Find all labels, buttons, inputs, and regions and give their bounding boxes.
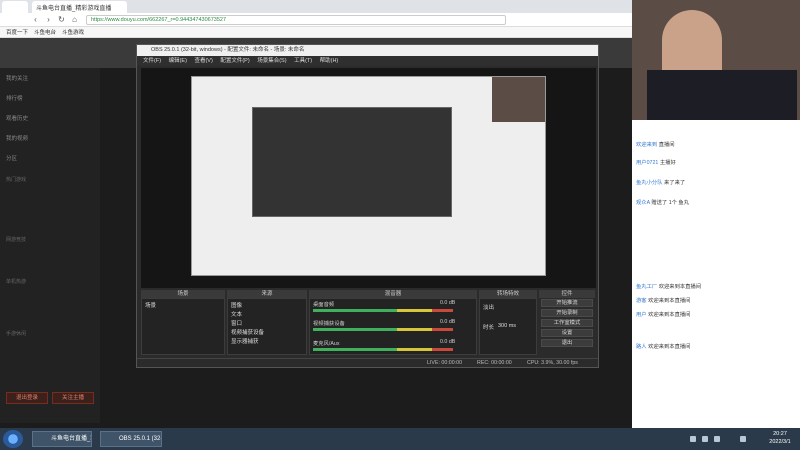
chat-panel: 欢迎来到 直播间 用户0721 主播好 鱼丸小分队 来了来了 观众A 赠送了 1… [632,120,800,428]
menu-tools[interactable]: 工具(T) [294,58,312,64]
chat-message: 观众A 赠送了 1个 鱼丸 [636,200,689,206]
exit-button[interactable]: 退出 [541,339,593,347]
settings-button[interactable]: 设置 [541,329,593,337]
sidebar-item[interactable]: 排行榜 [6,94,23,102]
bookmark-item[interactable]: 百度一下 [6,28,28,36]
menu-file[interactable]: 文件(F) [143,58,161,64]
scenes-title: 场景 [141,290,225,298]
volume-meter [313,328,453,331]
source-item[interactable]: 视频捕获设备 [231,328,264,336]
sidebar-section: 热门游戏 [6,177,27,183]
obs-status-bar: LIVE: 00:00:00 REC: 00:00:00 CPU: 3.9%, … [137,358,598,367]
bookmark-item[interactable]: 斗鱼游戏 [62,28,84,36]
chat-message: 欢迎来到 直播间 [636,142,675,148]
obs-title: OBS 25.0.1 (32-bit, windows) - 配置文件: 未命名… [137,45,598,56]
browser-tab-active[interactable]: 斗鱼电台直播_精彩游戏直播 [32,1,127,13]
menu-help[interactable]: 帮助(H) [320,58,339,64]
tray-speaker-icon[interactable] [702,436,708,442]
sidebar-item[interactable]: 分区 [6,154,17,162]
scene-item[interactable]: 场景 [145,301,156,309]
chat-message: 路人 欢迎来到本直播间 [636,344,691,350]
nested-capture [191,76,546,276]
duration-input[interactable]: 300 ms [498,323,516,329]
reload-icon[interactable]: ↻ [56,14,67,25]
obs-menu-bar: 文件(F) 编辑(E) 查看(V) 配置文件(P) 场景集合(S) 工具(T) … [137,56,598,66]
tray-battery-icon[interactable] [714,436,720,442]
transitions-dock: 淡出 时长 300 ms [479,298,537,355]
nested-obs [252,107,452,217]
mixer-channel-level: 0.0 dB [440,319,456,325]
clock-date: 2022/3/1 [769,439,791,445]
logout-button[interactable]: 退出登录 [6,392,48,404]
taskbar-obs[interactable]: OBS 25.0.1 (32-bit... [100,431,162,447]
mixer-channel-level: 0.0 dB [440,339,456,345]
nested-webcam [492,77,545,122]
studio-mode-button[interactable]: 工作室模式 [541,319,593,327]
chat-message: 鱼丸小分队 来了来了 [636,180,686,186]
menu-scene-collection[interactable]: 场景集合(S) [257,58,286,64]
source-item[interactable]: 图像 [231,301,242,309]
arcade-stick [647,70,797,120]
obs-preview[interactable] [141,68,596,288]
back-icon[interactable]: ‹ [30,14,41,25]
cpu-status: CPU: 3.9%, 30.00 fps [527,360,578,366]
sidebar-section: 手游休闲 [6,331,27,337]
mixer-title: 混音器 [309,290,477,298]
menu-view[interactable]: 查看(V) [194,58,212,64]
sidebar-item[interactable]: 我的关注 [6,74,28,82]
live-status: LIVE: 00:00:00 [427,360,463,366]
volume-meter [313,309,453,312]
follow-button[interactable]: 关注主播 [52,392,94,404]
home-icon[interactable]: ⌂ [69,14,80,25]
obs-window: OBS 25.0.1 (32-bit, windows) - 配置文件: 未命名… [136,44,599,368]
transitions-title: 转场特效 [479,290,537,298]
sidebar-item[interactable]: 我的视频 [6,134,28,142]
desktop: 斗鱼电台直播_精彩游戏直播 ‹ › ↻ ⌂ https://www.douyu.… [0,0,800,450]
site-sidebar: 我的关注 排行榜 观看历史 我的视频 分区 热门游戏 网游竞技 单机热游 手游休… [0,68,100,423]
source-item[interactable]: 窗口 [231,319,242,327]
bookmark-item[interactable]: 斗鱼电台 [34,28,56,36]
sidebar-item[interactable]: 观看历史 [6,114,28,122]
browser-nav-bar: ‹ › ↻ ⌂ https://www.douyu.com/662267_r=0… [0,13,632,27]
scenes-dock: 场景 [141,298,225,355]
tray-app-icon[interactable] [740,436,746,442]
transition-select[interactable]: 淡出 [483,303,494,311]
source-item[interactable]: 文本 [231,310,242,318]
rec-status: REC: 00:00:00 [477,360,512,366]
forward-icon[interactable]: › [43,14,54,25]
mixer-channel-name: 麦克风/Aux [313,341,340,347]
menu-profile[interactable]: 配置文件(P) [220,58,249,64]
tab-title: 斗鱼电台直播_精彩游戏直播 [36,5,112,12]
sidebar-section: 网游竞技 [6,237,27,243]
bookmarks-bar: 百度一下 斗鱼电台 斗鱼游戏 [0,27,632,38]
volume-meter [313,348,453,351]
mixer-channel-level: 0.0 dB [440,300,456,306]
mixer-channel-name: 桌面音频 [313,302,335,308]
chat-message: 用户0721 主播好 [636,160,676,166]
sources-dock: 图像 文本 窗口 视频捕获设备 显示器捕获 [227,298,307,355]
webcam-view [632,0,800,120]
address-bar[interactable]: https://www.douyu.com/662267_r=0.9443474… [86,14,506,25]
sources-title: 来源 [227,290,307,298]
mixer-channel-name: 视频捕获设备 [313,321,345,327]
clock-time: 20:27 [773,431,787,437]
mixer-dock: 桌面音频 0.0 dB 视频捕获设备 0.0 dB 麦克风/Aux 0.0 dB [309,298,477,355]
source-item[interactable]: 显示器捕获 [231,337,259,345]
start-streaming-button[interactable]: 开始推流 [541,299,593,307]
menu-edit[interactable]: 编辑(E) [169,58,187,64]
chat-message: 游客 欢迎来到本直播间 [636,298,691,304]
sidebar-section: 单机热游 [6,279,27,285]
clock[interactable]: 20:27 2022/3/1 [762,430,798,446]
browser-tab-bar: 斗鱼电台直播_精彩游戏直播 [0,0,632,13]
tray-network-icon[interactable] [690,436,696,442]
start-recording-button[interactable]: 开始录制 [541,309,593,317]
controls-title: 控件 [539,290,595,298]
chat-message: 用户 欢迎来到本直播间 [636,312,691,318]
duration-label: 时长 [483,325,495,331]
start-button[interactable] [3,430,23,448]
taskbar-browser[interactable]: 斗鱼电台直播_精... [32,431,92,447]
chat-message: 鱼丸工厂 欢迎来到本直播间 [636,284,702,290]
